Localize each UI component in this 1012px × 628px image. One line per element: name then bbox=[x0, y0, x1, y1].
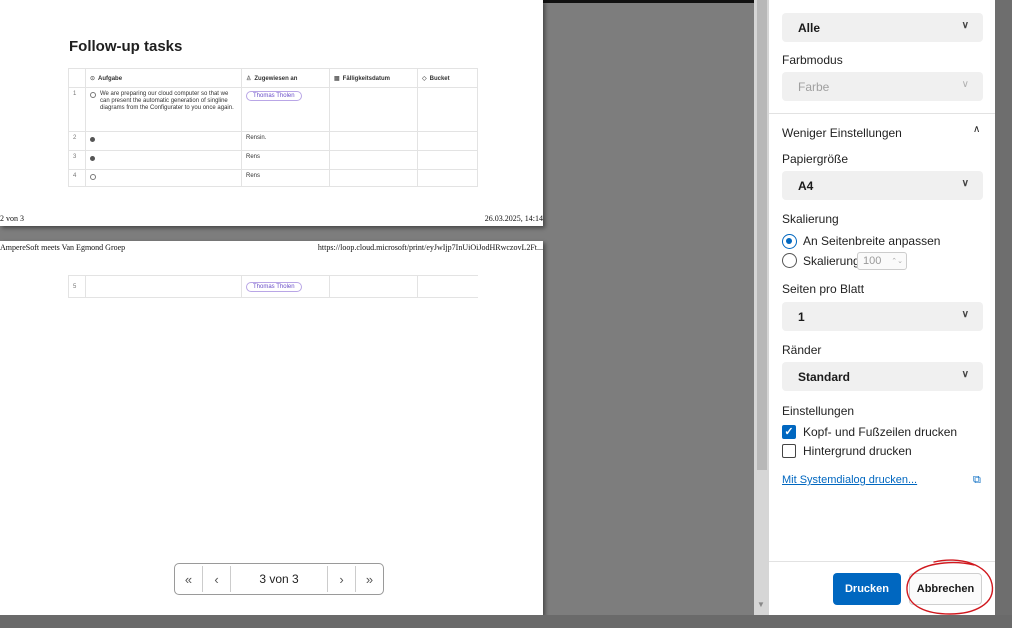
page-footer-left: 2 von 3 bbox=[0, 214, 24, 223]
preview-page-2: Follow-up tasks ⊙ Aufgabe ♙ Zugewiesen an … bbox=[0, 0, 543, 226]
annotation-circle bbox=[906, 559, 994, 615]
open-task-icon bbox=[90, 92, 96, 98]
margins-label: Ränder bbox=[782, 343, 822, 357]
print-settings-panel: Alle ∨ Farbmodus Farbe ∨ Weniger Einstel… bbox=[769, 0, 995, 615]
completed-task-icon bbox=[90, 137, 95, 142]
right-edge bbox=[995, 0, 1012, 628]
table-row: 3 Rens bbox=[68, 150, 478, 170]
page-footer-right: 26.03.2025, 14:14 bbox=[484, 214, 543, 223]
chevron-up-icon[interactable]: ∧ bbox=[973, 124, 980, 135]
paper-size-select[interactable]: A4 ∨ bbox=[782, 171, 983, 200]
settings-scrollbar-thumb[interactable] bbox=[757, 0, 767, 470]
last-page-button[interactable]: » bbox=[355, 566, 383, 592]
assignee-pill: Thomas Tholen bbox=[246, 91, 302, 101]
tasks-table-continued: 5 Thomas Tholen bbox=[68, 275, 478, 298]
scroll-down-arrow-icon[interactable]: ▼ bbox=[757, 600, 765, 609]
completed-task-icon bbox=[90, 156, 95, 161]
person-icon: ♙ bbox=[246, 75, 252, 82]
margins-select[interactable]: Standard ∨ bbox=[782, 362, 983, 391]
chevron-down-icon: ∨ bbox=[961, 178, 969, 189]
table-row: 1 We are preparing our cloud computer so… bbox=[68, 87, 478, 132]
pages-per-sheet-select[interactable]: 1 ∨ bbox=[782, 302, 983, 331]
page-header-right: https://loop.cloud.microsoft/print/eyJwI… bbox=[317, 243, 543, 252]
circle-check-icon: ⊙ bbox=[90, 75, 96, 82]
spin-arrows-icon: ⌃⌄ bbox=[891, 258, 903, 265]
custom-scale-label[interactable]: Skalierung bbox=[803, 254, 860, 268]
first-page-button[interactable]: « bbox=[175, 566, 203, 592]
chevron-down-icon: ∨ bbox=[961, 309, 969, 320]
document-title: Follow-up tasks bbox=[69, 38, 183, 55]
preview-page-3: AmpereSoft meets Van Egmond Groep https:… bbox=[0, 241, 543, 615]
background-label[interactable]: Hintergrund drucken bbox=[803, 444, 912, 458]
scale-input: 100 ⌃⌄ bbox=[857, 252, 907, 270]
color-mode-label: Farbmodus bbox=[782, 53, 843, 67]
previous-page-button[interactable]: ‹ bbox=[203, 566, 231, 592]
assignee-pill: Thomas Tholen bbox=[246, 281, 302, 292]
system-dialog-link[interactable]: Mit Systemdialog drucken... bbox=[782, 474, 917, 486]
custom-scale-radio[interactable] bbox=[782, 253, 797, 268]
divider bbox=[769, 113, 995, 114]
pages-per-sheet-label: Seiten pro Blatt bbox=[782, 282, 865, 296]
external-link-icon[interactable]: ⧉ bbox=[973, 474, 981, 487]
background-checkbox[interactable] bbox=[782, 444, 796, 458]
print-button[interactable]: Drucken bbox=[833, 573, 901, 605]
next-page-button[interactable]: › bbox=[327, 566, 355, 592]
chevron-down-icon: ∨ bbox=[961, 79, 969, 90]
tasks-table: ⊙ Aufgabe ♙ Zugewiesen an ▦ Fälligkeitsdatu… bbox=[68, 68, 478, 187]
fit-width-label[interactable]: An Seitenbreite anpassen bbox=[803, 234, 940, 248]
page-navigator: « ‹ 3 von 3 › » bbox=[174, 563, 384, 595]
table-row: 4 Rens bbox=[68, 169, 478, 187]
color-mode-select: Farbe ∨ bbox=[782, 72, 983, 101]
options-label: Einstellungen bbox=[782, 404, 855, 418]
paper-size-label: Papiergröße bbox=[782, 152, 849, 166]
scaling-label: Skalierung bbox=[782, 212, 839, 226]
less-settings-toggle[interactable]: Weniger Einstellungen bbox=[782, 126, 902, 140]
headers-footers-checkbox[interactable]: ✓ bbox=[782, 425, 796, 439]
page-indicator: 3 von 3 bbox=[259, 572, 299, 586]
chevron-down-icon: ∨ bbox=[961, 369, 969, 380]
bottom-edge bbox=[0, 615, 1012, 628]
page-header-left: AmpereSoft meets Van Egmond Groep bbox=[0, 243, 126, 252]
headers-footers-label[interactable]: Kopf- und Fußzeilen drucken bbox=[803, 425, 957, 439]
table-header-num bbox=[68, 68, 86, 88]
table-header-bucket: ◇ Bucket bbox=[417, 68, 478, 88]
table-row: 5 Thomas Tholen bbox=[68, 275, 478, 298]
table-header-task: ⊙ Aufgabe bbox=[85, 68, 242, 88]
table-header-due: ▦ Fälligkeitsdatum bbox=[329, 68, 418, 88]
pages-select[interactable]: Alle ∨ bbox=[782, 13, 983, 42]
open-task-icon bbox=[90, 174, 96, 180]
table-row: 2 Rensin. bbox=[68, 131, 478, 151]
tag-icon: ◇ bbox=[422, 75, 427, 82]
calendar-icon: ▦ bbox=[334, 75, 340, 82]
table-header-assignee: ♙ Zugewiesen an bbox=[241, 68, 330, 88]
fit-width-radio[interactable] bbox=[782, 234, 797, 249]
chevron-down-icon: ∨ bbox=[961, 20, 969, 31]
